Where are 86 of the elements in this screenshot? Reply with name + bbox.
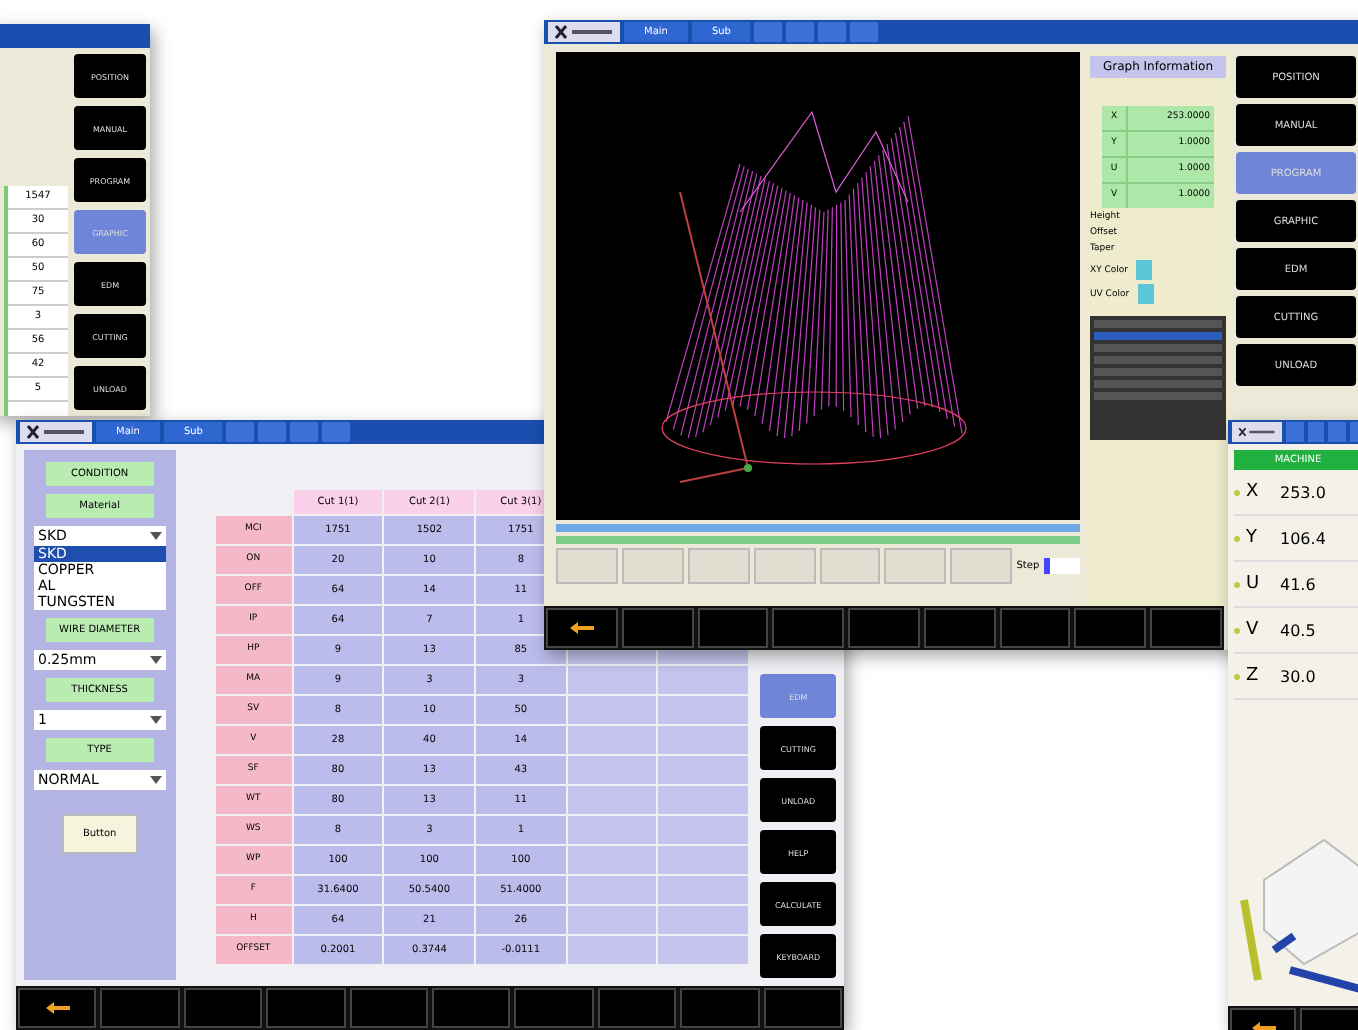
toolbar-button[interactable] <box>322 422 351 442</box>
function-key[interactable] <box>999 608 1071 648</box>
axis-label: V <box>1246 620 1261 640</box>
table-cell <box>658 666 749 694</box>
table-cell <box>567 846 657 874</box>
function-key[interactable] <box>680 988 760 1028</box>
option-button[interactable] <box>687 548 750 584</box>
table-cell <box>658 756 749 784</box>
toolbar-button[interactable] <box>786 22 815 42</box>
table-cell <box>658 816 749 844</box>
option-button[interactable] <box>753 548 816 584</box>
function-key[interactable] <box>763 988 843 1028</box>
status-dot <box>1234 627 1240 633</box>
list-item[interactable] <box>1094 380 1222 388</box>
axis-label: Z <box>1246 666 1261 686</box>
option-button[interactable] <box>950 548 1013 584</box>
toolbar-button[interactable] <box>226 422 255 442</box>
table-cell <box>658 876 749 904</box>
color-swatch[interactable] <box>1136 260 1153 280</box>
toolbar-button[interactable] <box>754 22 783 42</box>
axis-label: Y <box>1246 528 1259 548</box>
table-cell <box>567 816 657 844</box>
status-dot <box>1234 535 1240 541</box>
table-cell <box>567 666 657 694</box>
axis-label: X <box>1246 482 1261 502</box>
toolbar-button[interactable] <box>258 422 287 442</box>
step-field[interactable] <box>1043 558 1081 574</box>
table-cell <box>567 876 657 904</box>
table-cell <box>567 696 657 724</box>
list-item[interactable] <box>1094 392 1222 400</box>
table-cell <box>567 786 657 814</box>
table-cell <box>567 936 657 964</box>
function-key[interactable] <box>514 988 594 1028</box>
table-cell <box>658 786 749 814</box>
coordinate-value: 41.6 <box>1280 575 1316 593</box>
caret-icon <box>149 716 162 724</box>
table-cell <box>658 726 749 754</box>
back-button[interactable] <box>18 988 97 1028</box>
toolbar-button[interactable] <box>850 22 879 42</box>
arrow-icon <box>569 622 594 634</box>
coordinate-value: 253.0 <box>1280 483 1326 501</box>
logo-icon <box>20 422 92 442</box>
arrow-icon <box>45 1002 70 1014</box>
function-key[interactable] <box>183 988 263 1028</box>
caret-icon <box>149 776 162 784</box>
function-key[interactable] <box>1150 608 1223 648</box>
function-key[interactable] <box>923 608 996 648</box>
back-button[interactable] <box>546 608 618 648</box>
coordinate-value: 40.5 <box>1280 621 1316 639</box>
coordinate-value: 30.0 <box>1280 667 1316 685</box>
status-dot <box>1234 673 1240 679</box>
table-cell <box>567 906 657 934</box>
status-dot <box>1234 581 1240 587</box>
list-item[interactable] <box>1094 332 1222 340</box>
option-button[interactable] <box>884 548 947 584</box>
option-button[interactable] <box>556 548 618 584</box>
caret-icon <box>149 656 162 664</box>
logo-icon <box>1232 422 1282 442</box>
option-button[interactable] <box>621 548 684 584</box>
function-key[interactable] <box>597 988 677 1028</box>
color-swatch[interactable] <box>1137 284 1154 304</box>
list-item[interactable] <box>1094 356 1222 364</box>
coordinate-value: 106.4 <box>1280 529 1326 547</box>
option-button[interactable] <box>819 548 881 584</box>
logo-icon <box>548 22 620 42</box>
toolbar-button[interactable] <box>818 22 847 42</box>
list-item[interactable] <box>1094 368 1222 376</box>
list-item[interactable] <box>1094 344 1222 352</box>
table-cell <box>658 906 749 934</box>
function-key[interactable] <box>697 608 769 648</box>
function-key[interactable] <box>432 988 511 1028</box>
function-key[interactable] <box>349 988 429 1028</box>
table-cell <box>658 846 749 874</box>
table-cell <box>567 756 657 784</box>
function-key[interactable] <box>848 608 920 648</box>
status-dot <box>1234 489 1240 495</box>
caret-icon <box>149 532 162 540</box>
table-cell <box>567 726 657 754</box>
list-item[interactable] <box>1094 320 1222 328</box>
axis-label: U <box>1246 574 1262 594</box>
toolbar-button[interactable] <box>290 422 319 442</box>
function-key[interactable] <box>772 608 845 648</box>
table-cell <box>658 696 749 724</box>
table-cell <box>658 936 749 964</box>
function-key[interactable] <box>1074 608 1147 648</box>
function-key[interactable] <box>266 988 346 1028</box>
